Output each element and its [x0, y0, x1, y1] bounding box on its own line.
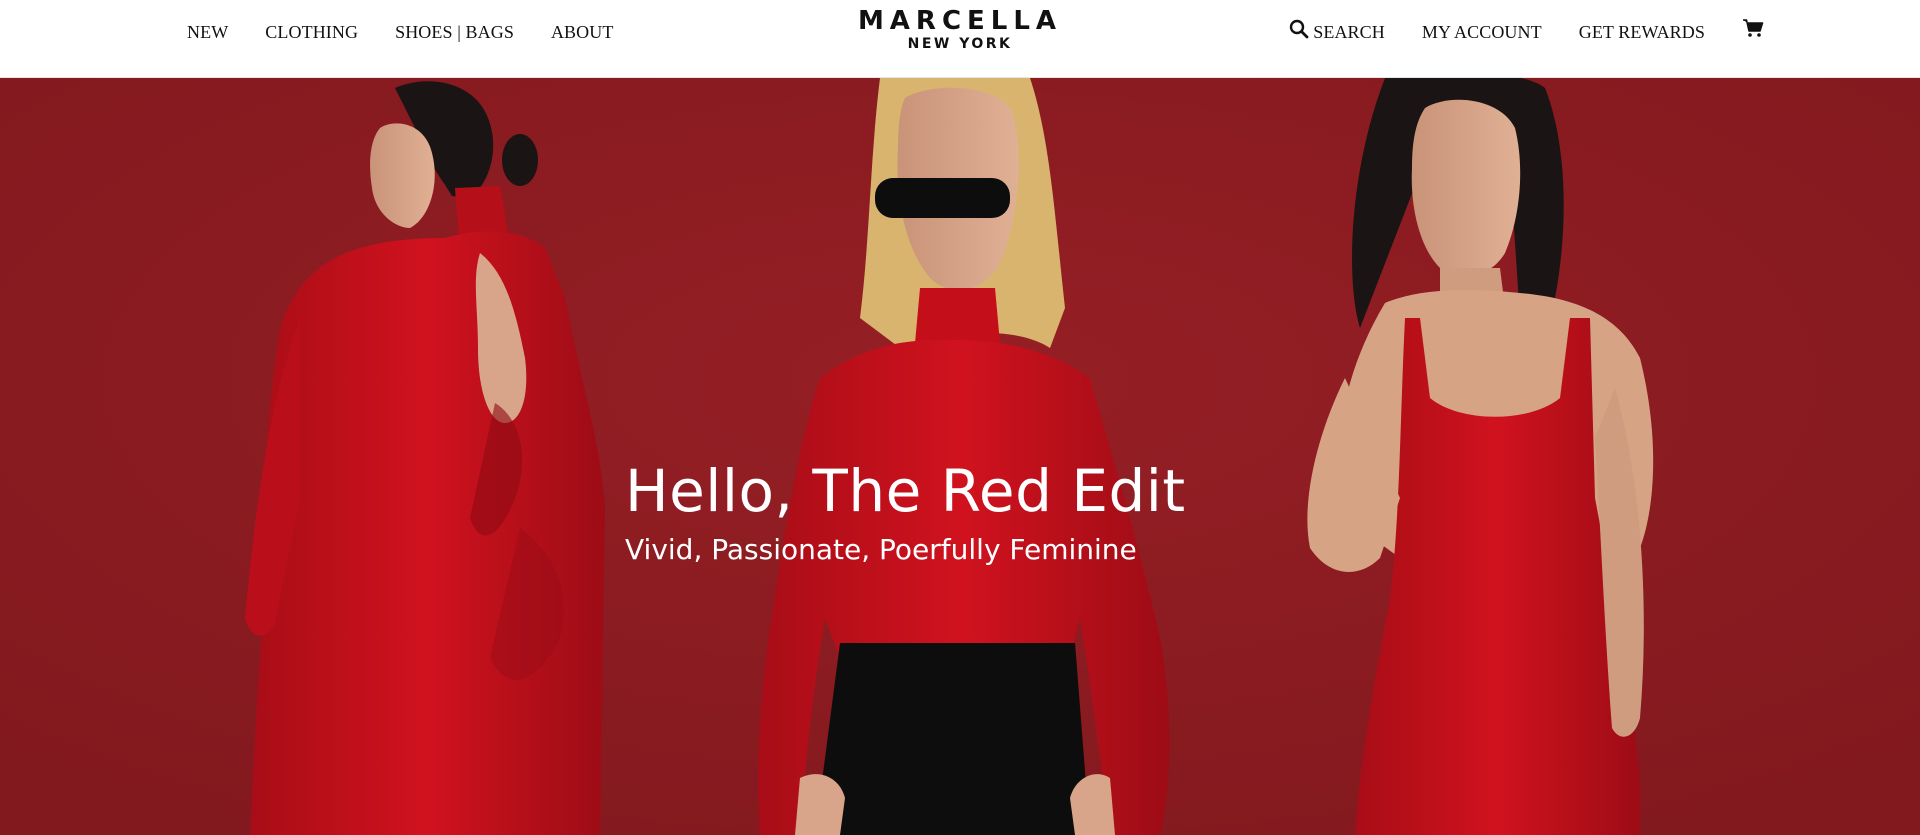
nav-about[interactable]: ABOUT — [551, 22, 614, 43]
nav-new[interactable]: NEW — [187, 22, 228, 43]
search-link[interactable]: SEARCH — [1289, 19, 1385, 43]
site-header: NEW CLOTHING SHOES | BAGS ABOUT MARCELLA… — [0, 0, 1920, 78]
nav-shoes-bags[interactable]: SHOES | BAGS — [395, 22, 514, 43]
hero-banner[interactable]: Hello, The Red Edit Vivid, Passionate, P… — [0, 78, 1920, 835]
brand-logo[interactable]: MARCELLA NEW YORK — [858, 6, 1062, 52]
get-rewards-link[interactable]: GET REWARDS — [1579, 22, 1705, 43]
cart-button[interactable] — [1742, 19, 1764, 42]
search-label: SEARCH — [1313, 21, 1385, 42]
my-account-link[interactable]: MY ACCOUNT — [1422, 22, 1542, 43]
logo-wordmark: MARCELLA — [857, 6, 1063, 36]
nav-clothing[interactable]: CLOTHING — [265, 22, 358, 43]
search-icon — [1290, 19, 1309, 39]
primary-nav: NEW CLOTHING SHOES | BAGS ABOUT — [187, 0, 650, 64]
cart-icon — [1743, 19, 1764, 37]
hero-title: Hello, The Red Edit — [625, 457, 1186, 525]
hero-text-block: Hello, The Red Edit Vivid, Passionate, P… — [625, 456, 1186, 570]
hero-subtitle: Vivid, Passionate, Poerfully Feminine — [625, 533, 1137, 566]
logo-location: NEW YORK — [907, 36, 1013, 52]
utility-nav: SEARCH MY ACCOUNT GET REWARDS — [1289, 0, 1764, 64]
